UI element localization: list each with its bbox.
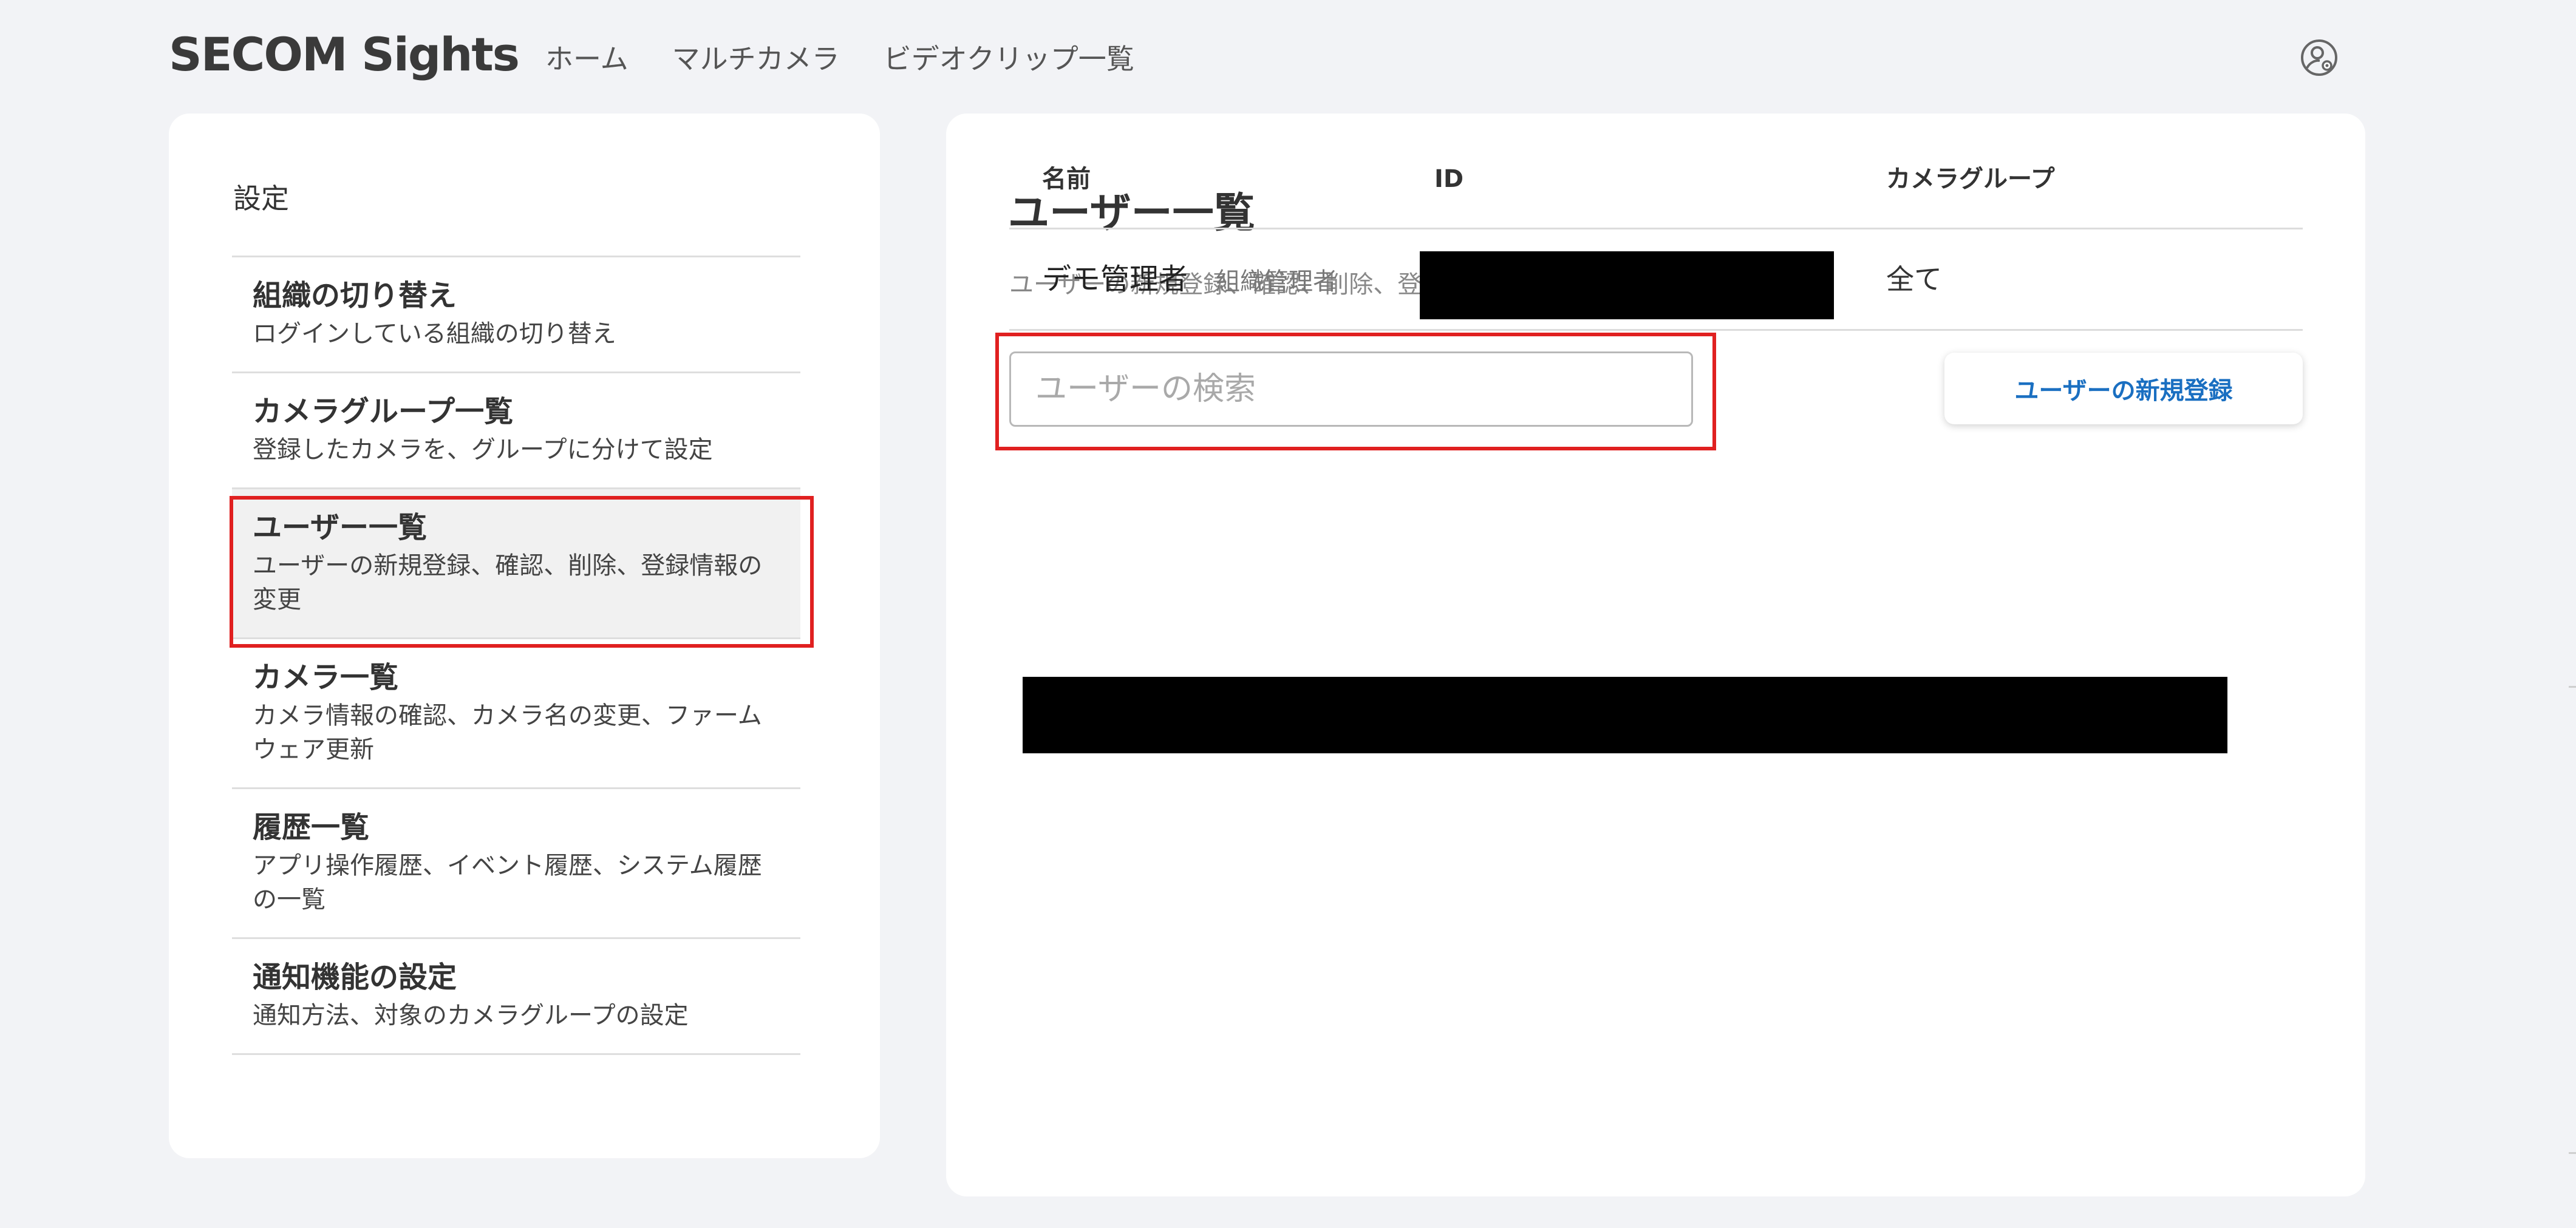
sidebar-item-title: 組織の切り替え: [253, 279, 457, 313]
table-row[interactable]: デモ管理者 組織管理者 全て: [1009, 229, 2303, 331]
sidebar-item-history[interactable]: 履歴一覧 アプリ操作履歴、イベント履歴、システム履歴の一覧: [232, 789, 800, 939]
sidebar-item-title: カメラ一覧: [253, 660, 399, 694]
sidebar-item-title: 通知機能の設定: [253, 960, 457, 994]
main-nav: ホーム マルチカメラ ビデオクリップ一覧: [545, 38, 1134, 80]
sidebar-item-desc: カメラ情報の確認、カメラ名の変更、ファームウェア更新: [253, 702, 762, 764]
sidebar-item-title: ユーザー一覧: [253, 511, 428, 544]
user-camera-group: 全て: [1886, 263, 1942, 296]
column-header-name[interactable]: 名前: [1042, 162, 1091, 196]
table-header: 名前 ID カメラグループ: [1009, 114, 2303, 229]
redacted-table-row: [1023, 677, 2227, 753]
sidebar-item-title: 履歴一覧: [253, 810, 370, 844]
settings-sidebar-card: 設定 組織の切り替え ログインしている組織の切り替え カメラグループ一覧 登録し…: [169, 114, 880, 1158]
scrollbar-tick: [2569, 686, 2576, 688]
nav-item-multi-camera[interactable]: マルチカメラ: [672, 38, 840, 80]
sidebar-item-users[interactable]: ユーザー一覧 ユーザーの新規登録、確認、削除、登録情報の変更: [232, 489, 800, 639]
add-user-button[interactable]: ユーザーの新規登録: [1944, 353, 2303, 424]
sidebar-item-desc: 通知方法、対象のカメラグループの設定: [253, 1002, 689, 1030]
sidebar-item-title: カメラグループ一覧: [253, 395, 514, 429]
account-gear-icon[interactable]: [2299, 38, 2339, 78]
settings-menu: 組織の切り替え ログインしている組織の切り替え カメラグループ一覧 登録したカメ…: [232, 256, 800, 1055]
user-name: デモ管理者: [1042, 262, 1188, 296]
sidebar-item-desc: ログインしている組織の切り替え: [253, 320, 616, 348]
user-role-badge: 組織管理者: [1216, 268, 1337, 296]
column-header-id[interactable]: ID: [1434, 162, 1463, 196]
user-list-card: ユーザー一覧 ユーザーの新規登録、確認、削除、登録情報の変更 ユーザーの新規登録…: [946, 114, 2365, 1196]
sidebar-item-desc: アプリ操作履歴、イベント履歴、システム履歴の一覧: [253, 852, 762, 914]
sidebar-item-camera-groups[interactable]: カメラグループ一覧 登録したカメラを、グループに分けて設定: [232, 373, 800, 489]
user-search-input[interactable]: [1009, 351, 1693, 427]
sidebar-item-switch-organization[interactable]: 組織の切り替え ログインしている組織の切り替え: [232, 257, 800, 373]
settings-title: 設定: [233, 182, 289, 215]
account-gear-icon-svg: [2301, 39, 2337, 76]
sidebar-item-desc: ユーザーの新規登録、確認、削除、登録情報の変更: [253, 552, 763, 614]
redacted-user-id: [1420, 251, 1834, 319]
sidebar-item-cameras[interactable]: カメラ一覧 カメラ情報の確認、カメラ名の変更、ファームウェア更新: [232, 639, 800, 789]
nav-item-home[interactable]: ホーム: [545, 38, 629, 80]
sidebar-item-notifications[interactable]: 通知機能の設定 通知方法、対象のカメラグループの設定: [232, 939, 800, 1055]
sidebar-item-desc: 登録したカメラを、グループに分けて設定: [253, 436, 713, 464]
column-header-camera-group[interactable]: カメラグループ: [1886, 162, 2055, 196]
app-logo[interactable]: SECOM Sights: [169, 24, 520, 85]
nav-item-video-clips[interactable]: ビデオクリップ一覧: [884, 38, 1134, 80]
scrollbar-tick: [2569, 1152, 2576, 1154]
top-header: SECOM Sights ホーム マルチカメラ ビデオクリップ一覧: [0, 0, 2576, 109]
